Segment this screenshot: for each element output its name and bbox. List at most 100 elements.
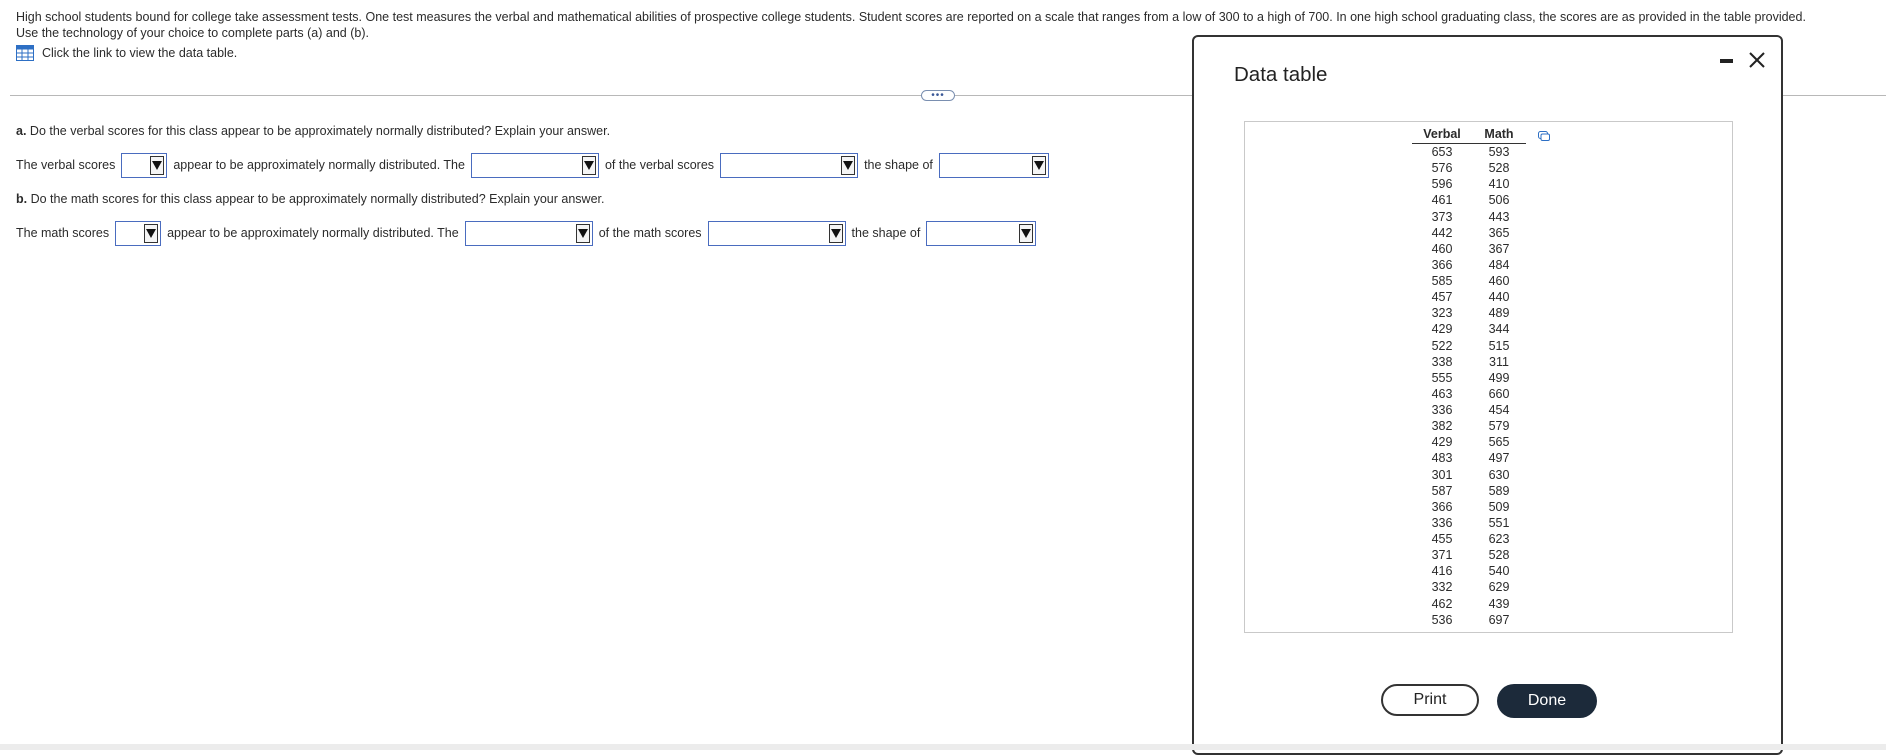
verbal-cell: 442	[1431, 225, 1453, 240]
verbal-s1: The verbal scores	[16, 158, 116, 172]
dropdown-arrow-icon	[150, 155, 165, 175]
table-row: 585 460	[1412, 273, 1526, 289]
table-row: 338 311	[1412, 354, 1526, 370]
verbal-cell: 416	[1431, 564, 1453, 579]
data-table-modal: Data table Verbal Math 653 593 576 528 596 41…	[1192, 35, 1783, 755]
table-row: 442 365	[1412, 225, 1526, 241]
math-cell: 565	[1488, 435, 1510, 450]
math-cell: 579	[1488, 419, 1510, 434]
verbal-cell: 585	[1431, 274, 1453, 288]
question-a-prefix: a.	[16, 124, 27, 138]
bottom-bar	[0, 744, 1886, 750]
verbal-s3: of the verbal scores	[604, 158, 715, 172]
verbal-cell: 483	[1431, 451, 1453, 466]
verbal-s2: appear to be approximately normally dist…	[173, 158, 465, 172]
verbal-cell: 587	[1431, 483, 1453, 498]
table-row: 429 344	[1412, 321, 1526, 337]
table-row: 429 565	[1412, 434, 1526, 450]
math-s2: appear to be approximately normally dist…	[167, 226, 459, 240]
table-row: 301 630	[1412, 467, 1526, 483]
math-cell: 440	[1488, 290, 1510, 305]
math-cell: 506	[1488, 193, 1510, 208]
math-cell: 540	[1488, 564, 1510, 579]
math-cell: 660	[1488, 386, 1510, 401]
math-plot-dropdown[interactable]	[464, 220, 593, 246]
data-table-link-label[interactable]: Click the link to view the data table.	[42, 46, 237, 60]
math-cell: 311	[1489, 354, 1509, 369]
print-button[interactable]: Print	[1381, 684, 1479, 716]
table-row: 522 515	[1412, 338, 1526, 354]
verbal-cell: 429	[1431, 322, 1453, 337]
data-table: Verbal Math 653 593 576 528 596 410 461 506 373 4…	[1412, 126, 1526, 628]
math-cell: 697	[1488, 612, 1510, 627]
math-cell: 589	[1488, 483, 1510, 498]
verbal-pattern-dropdown[interactable]	[720, 152, 859, 178]
math-shape-dropdown[interactable]	[926, 220, 1037, 246]
table-row: 555 499	[1412, 370, 1526, 386]
question-a: a. Do the verbal scores for this class a…	[16, 123, 610, 139]
table-row: 483 497	[1412, 450, 1526, 466]
math-cell: 454	[1488, 403, 1510, 417]
verbal-cell: 373	[1431, 209, 1453, 224]
math-do-do-not-dropdown[interactable]	[115, 220, 162, 246]
math-cell: 410	[1488, 177, 1510, 192]
table-row: 460 367	[1412, 241, 1526, 257]
answer-row-a: The verbal scores appear to be approxima…	[16, 151, 1055, 179]
verbal-cell: 332	[1431, 580, 1453, 595]
verbal-cell: 457	[1431, 290, 1453, 305]
verbal-cell: 371	[1431, 548, 1453, 563]
collapse-button[interactable]: •••	[921, 90, 955, 101]
math-cell: 489	[1488, 306, 1510, 321]
verbal-cell: 460	[1431, 241, 1453, 256]
table-row: 462 439	[1412, 596, 1526, 612]
dropdown-arrow-icon	[828, 223, 843, 243]
verbal-cell: 382	[1431, 419, 1453, 434]
answer-row-b: The math scores appear to be approximate…	[16, 219, 1042, 247]
minimize-icon[interactable]	[1720, 51, 1734, 71]
verbal-do-do-not-dropdown[interactable]	[121, 152, 168, 178]
verbal-cell: 336	[1431, 515, 1453, 530]
question-b: b. Do the math scores for this class app…	[16, 191, 604, 207]
verbal-cell: 596	[1431, 177, 1453, 192]
done-button[interactable]: Done	[1497, 684, 1597, 718]
verbal-cell: 555	[1431, 370, 1453, 385]
table-row: 576 528	[1412, 160, 1526, 176]
verbal-cell: 301	[1431, 467, 1453, 482]
dropdown-arrow-icon	[841, 155, 856, 175]
math-pattern-dropdown[interactable]	[707, 220, 846, 246]
verbal-cell: 366	[1431, 499, 1453, 514]
math-cell: 551	[1488, 515, 1510, 530]
question-b-prefix: b.	[16, 192, 28, 206]
verbal-shape-dropdown[interactable]	[938, 152, 1049, 178]
verbal-plot-dropdown[interactable]	[470, 152, 599, 178]
table-row: 416 540	[1412, 563, 1526, 579]
math-s1: The math scores	[16, 226, 110, 240]
copy-icon[interactable]	[1538, 131, 1550, 141]
verbal-s4: the shape of	[864, 158, 933, 172]
dropdown-arrow-icon	[575, 223, 590, 243]
data-table-link[interactable]: Click the link to view the data table.	[16, 45, 237, 61]
math-cell: 629	[1488, 580, 1510, 595]
math-cell: 499	[1488, 370, 1510, 385]
math-cell: 439	[1488, 596, 1510, 611]
table-row: 536 697	[1412, 612, 1526, 628]
close-icon[interactable]	[1747, 50, 1767, 70]
verbal-cell: 536	[1431, 612, 1453, 627]
math-cell: 623	[1488, 532, 1510, 546]
table-row: 332 629	[1412, 579, 1526, 595]
verbal-cell: 336	[1431, 403, 1453, 417]
math-cell: 509	[1488, 499, 1510, 514]
table-row: 336 551	[1412, 515, 1526, 531]
math-cell: 528	[1488, 161, 1510, 176]
math-s3: of the math scores	[598, 226, 702, 240]
table-body: 653 593 576 528 596 410 461 506 373 443 442 365 460 3…	[1412, 144, 1526, 628]
question-b-text: Do the math scores for this class appear…	[27, 192, 605, 206]
table-icon	[16, 45, 34, 61]
verbal-cell: 455	[1431, 532, 1453, 546]
math-cell: 443	[1488, 209, 1510, 224]
verbal-cell: 462	[1431, 596, 1453, 611]
col-header-math: Math	[1484, 127, 1514, 141]
math-cell: 484	[1488, 257, 1510, 272]
math-cell: 630	[1488, 467, 1510, 482]
table-row: 371 528	[1412, 547, 1526, 563]
